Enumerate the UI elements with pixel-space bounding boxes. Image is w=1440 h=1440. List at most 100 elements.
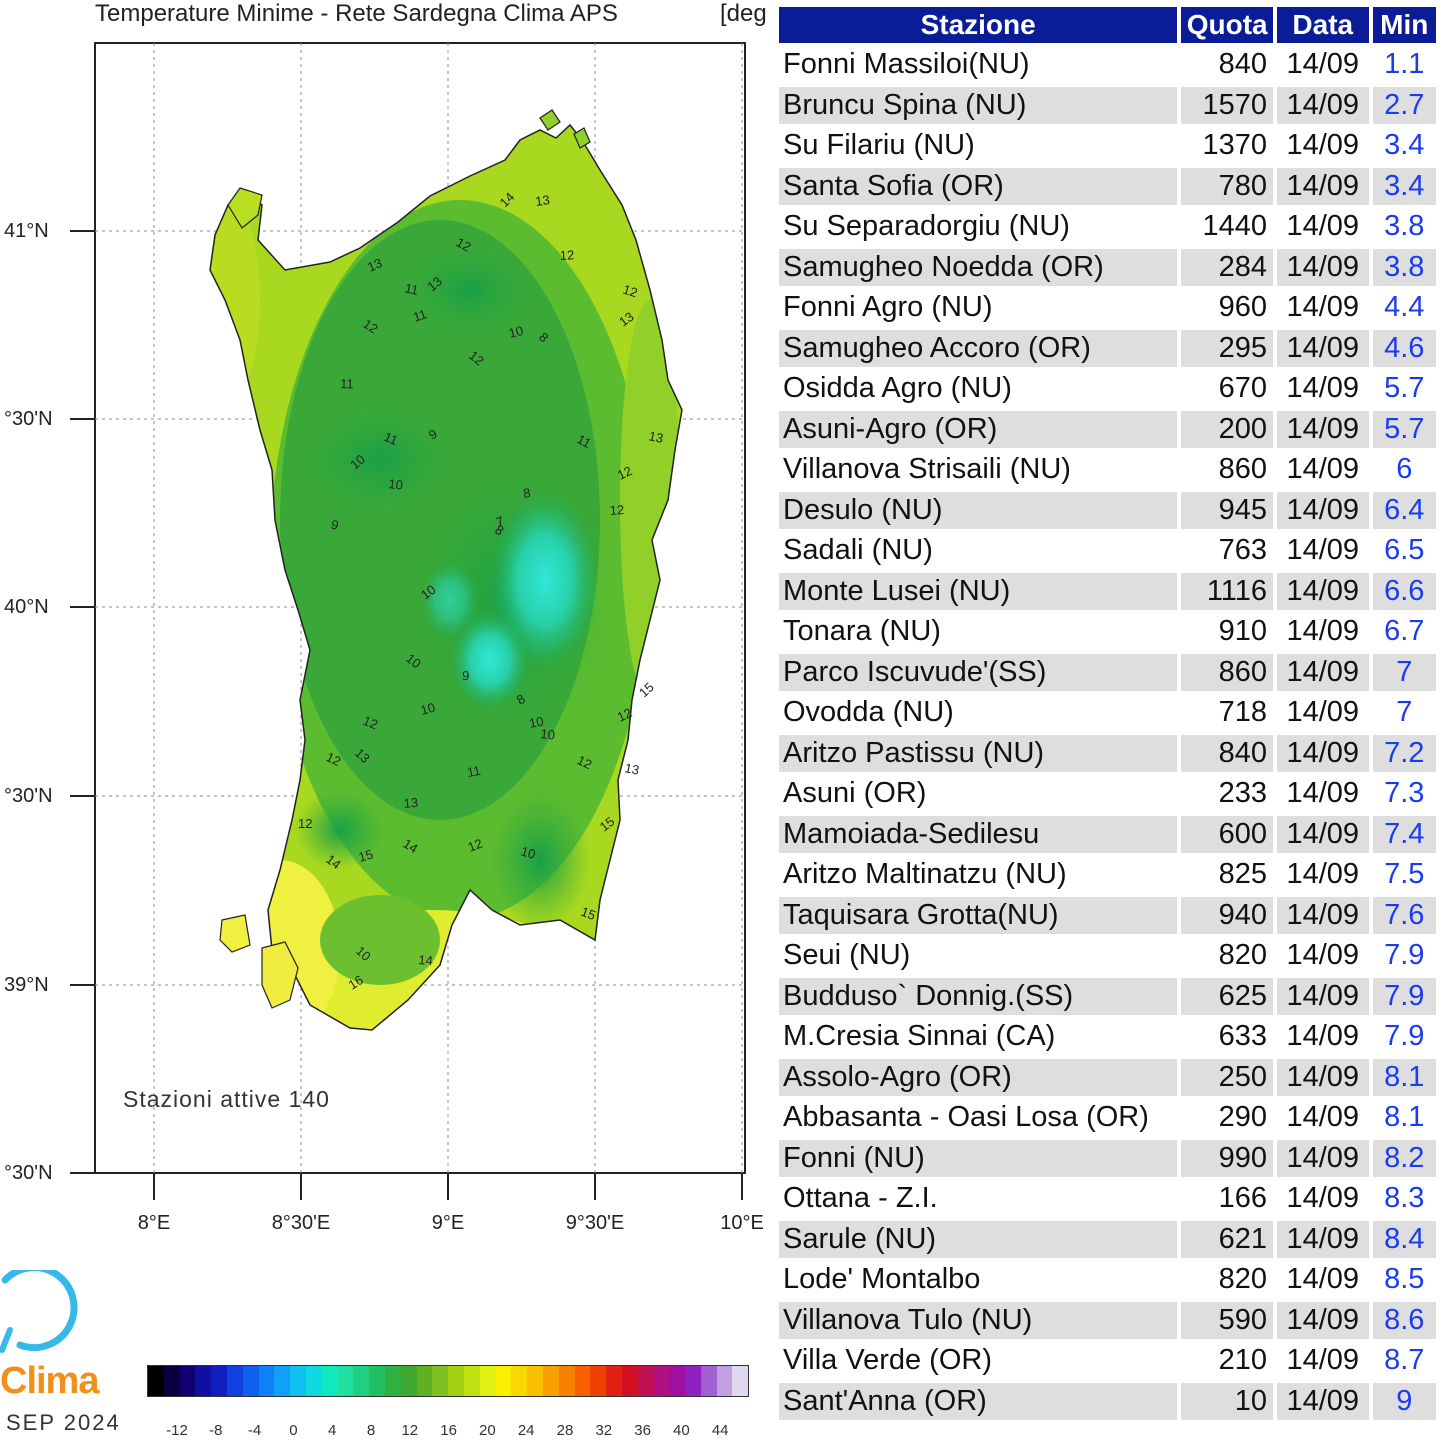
table-row: Su Filariu (NU) 1370 14/09 3.4 xyxy=(779,127,1436,165)
min-temp-cell: 8.5 xyxy=(1372,1261,1436,1299)
colorbar-swatch xyxy=(558,1366,575,1396)
lon-label-9e: 9°E xyxy=(431,1212,465,1234)
station-cell: Seui (NU) xyxy=(779,937,1178,975)
quota-cell: 290 xyxy=(1181,1099,1274,1137)
table-row: Asuni (OR) 233 14/09 7.3 xyxy=(779,775,1436,813)
colorbar-tick-label: 12 xyxy=(401,1422,419,1439)
table-row: Mamoiada-Sedilesu 600 14/09 7.4 xyxy=(779,815,1436,853)
lat-label-38-30n: °30'N xyxy=(4,1162,53,1184)
colorbar-swatch xyxy=(685,1366,701,1396)
table-row: Taquisara Grotta(NU) 940 14/09 7.6 xyxy=(779,896,1436,934)
station-cell: Asuni (OR) xyxy=(779,775,1178,813)
date-cell: 14/09 xyxy=(1277,896,1369,934)
min-temp-cell: 1.1 xyxy=(1372,46,1436,84)
lat-label-41n: 41°N xyxy=(4,220,49,242)
station-cell: Assolo-Agro (OR) xyxy=(779,1058,1178,1096)
colorbar-swatch xyxy=(384,1366,401,1396)
date-cell: 14/09 xyxy=(1277,572,1369,610)
date-cell: 14/09 xyxy=(1277,1139,1369,1177)
date-cell: 14/09 xyxy=(1277,451,1369,489)
station-cell: Budduso` Donnig.(SS) xyxy=(779,977,1178,1015)
date-cell: 14/09 xyxy=(1277,856,1369,894)
table-row: Su Separadorgiu (NU) 1440 14/09 3.8 xyxy=(779,208,1436,246)
quota-cell: 670 xyxy=(1181,370,1274,408)
table-row: Samugheo Noedda (OR) 284 14/09 3.8 xyxy=(779,248,1436,286)
quota-cell: 840 xyxy=(1181,46,1274,84)
quota-cell: 718 xyxy=(1181,694,1274,732)
colorbar-swatch xyxy=(700,1366,717,1396)
contour-label: 12 xyxy=(559,247,574,263)
colorbar-swatch xyxy=(653,1366,670,1396)
table-row: Fonni Agro (NU) 960 14/09 4.4 xyxy=(779,289,1436,327)
colorbar-swatch xyxy=(179,1366,196,1396)
date-cell: 14/09 xyxy=(1277,248,1369,286)
header-min[interactable]: Min xyxy=(1372,7,1436,43)
colorbar-swatch xyxy=(369,1366,385,1396)
lat-label-40n: 40°N xyxy=(4,596,49,618)
table-row: Sant'Anna (OR) 10 14/09 9 xyxy=(779,1382,1436,1420)
table-row: Villa Verde (OR) 210 14/09 8.7 xyxy=(779,1342,1436,1380)
station-cell: Sant'Anna (OR) xyxy=(779,1382,1178,1420)
header-data[interactable]: Data xyxy=(1277,7,1369,43)
contour-label: 10 xyxy=(388,476,404,493)
date-cell: 14/09 xyxy=(1277,1382,1369,1420)
table-row: Parco Iscuvude'(SS) 860 14/09 7 xyxy=(779,653,1436,691)
colorbar-swatch xyxy=(495,1366,512,1396)
table-row: Sadali (NU) 763 14/09 6.5 xyxy=(779,532,1436,570)
colorbar-swatch xyxy=(637,1366,654,1396)
lon-label-10e: 10°E xyxy=(720,1212,764,1234)
station-cell: Bruncu Spina (NU) xyxy=(779,86,1178,124)
colorbar-swatch xyxy=(321,1366,338,1396)
colorbar-swatch xyxy=(416,1366,433,1396)
min-temp-cell: 7.9 xyxy=(1372,937,1436,975)
brand-date: SEP 2024 xyxy=(6,1410,121,1435)
quota-cell: 960 xyxy=(1181,289,1274,327)
station-cell: Asuni-Agro (OR) xyxy=(779,410,1178,448)
quota-cell: 780 xyxy=(1181,167,1274,205)
date-cell: 14/09 xyxy=(1277,1099,1369,1137)
min-temp-cell: 7 xyxy=(1372,694,1436,732)
min-temp-cell: 8.4 xyxy=(1372,1220,1436,1258)
colorbar-tick-label: -12 xyxy=(166,1422,188,1439)
lat-label-39n: 39°N xyxy=(4,974,49,996)
date-cell: 14/09 xyxy=(1277,1342,1369,1380)
quota-cell: 633 xyxy=(1181,1018,1274,1056)
min-temp-cell: 3.8 xyxy=(1372,248,1436,286)
quota-cell: 250 xyxy=(1181,1058,1274,1096)
min-temp-cell: 7.2 xyxy=(1372,734,1436,772)
quota-cell: 621 xyxy=(1181,1220,1274,1258)
colorbar-swatch xyxy=(148,1366,164,1396)
colorbar-tick-label: 36 xyxy=(634,1422,651,1439)
date-cell: 14/09 xyxy=(1277,1301,1369,1339)
station-cell: Su Separadorgiu (NU) xyxy=(779,208,1178,246)
station-cell: Fonni Agro (NU) xyxy=(779,289,1178,327)
contour-label: 10 xyxy=(528,713,545,730)
island-san-pietro xyxy=(219,914,251,953)
colorbar-swatch xyxy=(479,1366,496,1396)
quota-cell: 860 xyxy=(1181,451,1274,489)
header-quota[interactable]: Quota xyxy=(1181,7,1274,43)
date-cell: 14/09 xyxy=(1277,289,1369,327)
table-row: Tonara (NU) 910 14/09 6.7 xyxy=(779,613,1436,651)
min-temp-cell: 8.1 xyxy=(1372,1099,1436,1137)
header-station[interactable]: Stazione xyxy=(779,7,1178,43)
quota-cell: 825 xyxy=(1181,856,1274,894)
colorbar-swatch xyxy=(527,1366,543,1396)
table-row: Budduso` Donnig.(SS) 625 14/09 7.9 xyxy=(779,977,1436,1015)
min-temp-cell: 7.4 xyxy=(1372,815,1436,853)
date-cell: 14/09 xyxy=(1277,532,1369,570)
date-cell: 14/09 xyxy=(1277,1180,1369,1218)
min-temp-cell: 8.2 xyxy=(1372,1139,1436,1177)
colorbar-swatch xyxy=(448,1366,464,1396)
table-row: Monte Lusei (NU) 1116 14/09 6.6 xyxy=(779,572,1436,610)
quota-cell: 910 xyxy=(1181,613,1274,651)
colorbar-swatch xyxy=(258,1366,275,1396)
contour-label: 13 xyxy=(623,760,640,777)
station-cell: Villanova Strisaili (NU) xyxy=(779,451,1178,489)
min-temp-cell: 6 xyxy=(1372,451,1436,489)
station-cell: Tonara (NU) xyxy=(779,613,1178,651)
colorbar-tick-label: 16 xyxy=(440,1422,457,1439)
colorbar-swatch xyxy=(574,1366,591,1396)
table-row: Ottana - Z.I. 166 14/09 8.3 xyxy=(779,1180,1436,1218)
table-row: Santa Sofia (OR) 780 14/09 3.4 xyxy=(779,167,1436,205)
